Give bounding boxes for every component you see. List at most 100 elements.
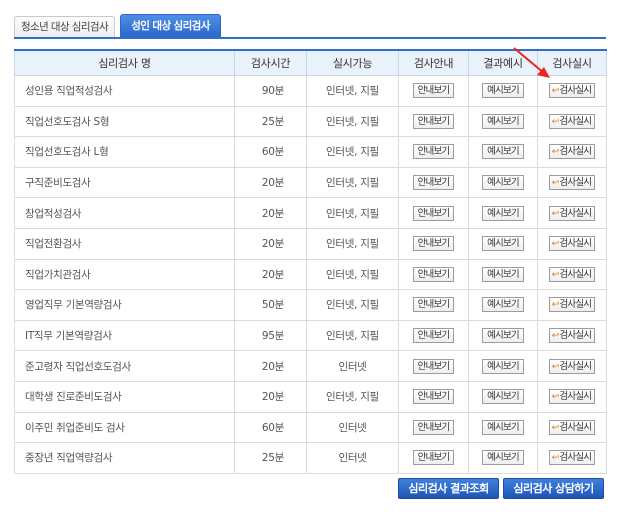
sample-button[interactable]: 예시보기	[482, 358, 524, 374]
sample-button[interactable]: 예시보기	[482, 297, 524, 313]
test-time: 20분	[234, 227, 307, 260]
guide-cell: 안내보기	[398, 75, 469, 107]
return-arrow-icon: ↩	[551, 392, 560, 403]
sample-cell: 예시보기	[468, 380, 538, 413]
guide-button[interactable]: 안내보기	[412, 297, 455, 313]
run-test-button[interactable]: ↩검사실시	[548, 297, 596, 313]
sample-button[interactable]: 예시보기	[482, 205, 524, 221]
test-name: 이주민 취업준비도 검사	[14, 411, 235, 444]
tab-adult-tests[interactable]: 성인 대상 심리검사	[120, 14, 221, 38]
table-row: IT직무 기본역량검사 95분 인터넷, 지필 안내보기 예시보기 ↩검사실시	[14, 319, 607, 352]
sample-cell: 예시보기	[468, 289, 538, 321]
return-arrow-icon: ↩	[551, 86, 560, 97]
run-test-button[interactable]: ↩검사실시	[548, 113, 596, 129]
test-method: 인터넷, 지필	[306, 289, 399, 321]
return-arrow-icon: ↩	[551, 300, 560, 311]
test-table: 심리검사 명 검사시간 실시가능 검사안내 결과예시 검사실시 성인용 직업적성…	[14, 49, 607, 474]
run-cell: ↩검사실시	[537, 136, 607, 168]
run-test-button[interactable]: ↩검사실시	[548, 175, 596, 191]
test-method: 인터넷, 지필	[306, 136, 399, 168]
guide-button[interactable]: 안내보기	[412, 419, 455, 435]
table-body: 성인용 직업적성검사 90분 인터넷, 지필 안내보기 예시보기 ↩검사실시 직업선호도검사…	[14, 75, 607, 474]
test-time: 60분	[234, 136, 307, 168]
run-test-button[interactable]: ↩검사실시	[548, 236, 596, 252]
sample-button[interactable]: 예시보기	[482, 419, 524, 435]
test-method: 인터넷, 지필	[306, 258, 399, 291]
guide-cell: 안내보기	[398, 258, 469, 291]
return-arrow-icon: ↩	[551, 147, 560, 158]
guide-button[interactable]: 안내보기	[412, 83, 455, 99]
run-test-button[interactable]: ↩검사실시	[548, 328, 596, 344]
test-name: 직업선호도검사 S형	[14, 105, 235, 138]
header-test-name: 심리검사 명	[14, 50, 235, 76]
guide-button[interactable]: 안내보기	[412, 175, 455, 191]
run-test-label: 검사실시	[559, 452, 592, 464]
run-cell: ↩검사실시	[537, 289, 607, 321]
run-cell: ↩검사실시	[537, 227, 607, 260]
table-row: 구직준비도검사 20분 인터넷, 지필 안내보기 예시보기 ↩검사실시	[14, 166, 607, 199]
sample-button[interactable]: 예시보기	[482, 175, 524, 191]
table-row: 이주민 취업준비도 검사 60분 인터넷 안내보기 예시보기 ↩검사실시	[14, 411, 607, 444]
run-test-label: 검사실시	[559, 391, 592, 403]
run-cell: ↩검사실시	[537, 258, 607, 291]
guide-button[interactable]: 안내보기	[412, 358, 455, 374]
run-test-button[interactable]: ↩검사실시	[548, 358, 596, 374]
run-test-button[interactable]: ↩검사실시	[548, 419, 596, 435]
run-test-label: 검사실시	[559, 421, 592, 433]
sample-cell: 예시보기	[468, 227, 538, 260]
test-results-button[interactable]: 심리검사 결과조회	[398, 478, 499, 499]
test-name: 성인용 직업적성검사	[14, 75, 235, 107]
test-method: 인터넷, 지필	[306, 227, 399, 260]
return-arrow-icon: ↩	[551, 331, 560, 342]
test-name: 중장년 직업역량검사	[14, 442, 235, 474]
guide-button[interactable]: 안내보기	[412, 389, 455, 405]
run-test-button[interactable]: ↩검사실시	[548, 83, 596, 99]
test-counsel-button[interactable]: 심리검사 상담하기	[503, 478, 604, 499]
test-method: 인터넷, 지필	[306, 105, 399, 138]
guide-button[interactable]: 안내보기	[412, 236, 455, 252]
run-test-button[interactable]: ↩검사실시	[548, 205, 596, 221]
run-test-label: 검사실시	[559, 146, 592, 158]
sample-button[interactable]: 예시보기	[482, 328, 524, 344]
guide-cell: 안내보기	[398, 350, 469, 382]
guide-cell: 안내보기	[398, 442, 469, 474]
tab-youth-tests[interactable]: 청소년 대상 심리검사	[14, 16, 115, 38]
sample-button[interactable]: 예시보기	[482, 236, 524, 252]
run-test-button[interactable]: ↩검사실시	[548, 266, 596, 282]
test-name: 직업가치관검사	[14, 258, 235, 291]
sample-button[interactable]: 예시보기	[482, 389, 524, 405]
guide-cell: 안내보기	[398, 319, 469, 352]
run-test-label: 검사실시	[559, 115, 592, 127]
test-name: 직업선호도검사 L형	[14, 136, 235, 168]
test-method: 인터넷, 지필	[306, 197, 399, 229]
guide-button[interactable]: 안내보기	[412, 266, 455, 282]
sample-button[interactable]: 예시보기	[482, 450, 524, 466]
run-test-label: 검사실시	[559, 299, 592, 311]
run-test-button[interactable]: ↩검사실시	[548, 144, 596, 160]
guide-button[interactable]: 안내보기	[412, 113, 455, 129]
sample-button[interactable]: 예시보기	[482, 113, 524, 129]
table-row: 준고령자 직업선호도검사 20분 인터넷 안내보기 예시보기 ↩검사실시	[14, 350, 607, 382]
guide-cell: 안내보기	[398, 289, 469, 321]
test-method: 인터넷	[306, 411, 399, 444]
guide-button[interactable]: 안내보기	[412, 205, 455, 221]
table-row: 창업적성검사 20분 인터넷, 지필 안내보기 예시보기 ↩검사실시	[14, 197, 607, 229]
sample-button[interactable]: 예시보기	[482, 83, 524, 99]
guide-cell: 안내보기	[398, 227, 469, 260]
run-test-button[interactable]: ↩검사실시	[548, 389, 596, 405]
sample-button[interactable]: 예시보기	[482, 144, 524, 160]
run-test-button[interactable]: ↩검사실시	[548, 450, 596, 466]
test-method: 인터넷, 지필	[306, 319, 399, 352]
run-cell: ↩검사실시	[537, 105, 607, 138]
tab-bar: 청소년 대상 심리검사 성인 대상 심리검사	[14, 14, 606, 39]
guide-button[interactable]: 안내보기	[412, 450, 455, 466]
guide-button[interactable]: 안내보기	[412, 328, 455, 344]
sample-button[interactable]: 예시보기	[482, 266, 524, 282]
test-name: 직업전환검사	[14, 227, 235, 260]
run-cell: ↩검사실시	[537, 197, 607, 229]
test-time: 95분	[234, 319, 307, 352]
sample-cell: 예시보기	[468, 350, 538, 382]
guide-button[interactable]: 안내보기	[412, 144, 455, 160]
header-test-guide: 검사안내	[398, 50, 469, 76]
return-arrow-icon: ↩	[551, 361, 560, 372]
